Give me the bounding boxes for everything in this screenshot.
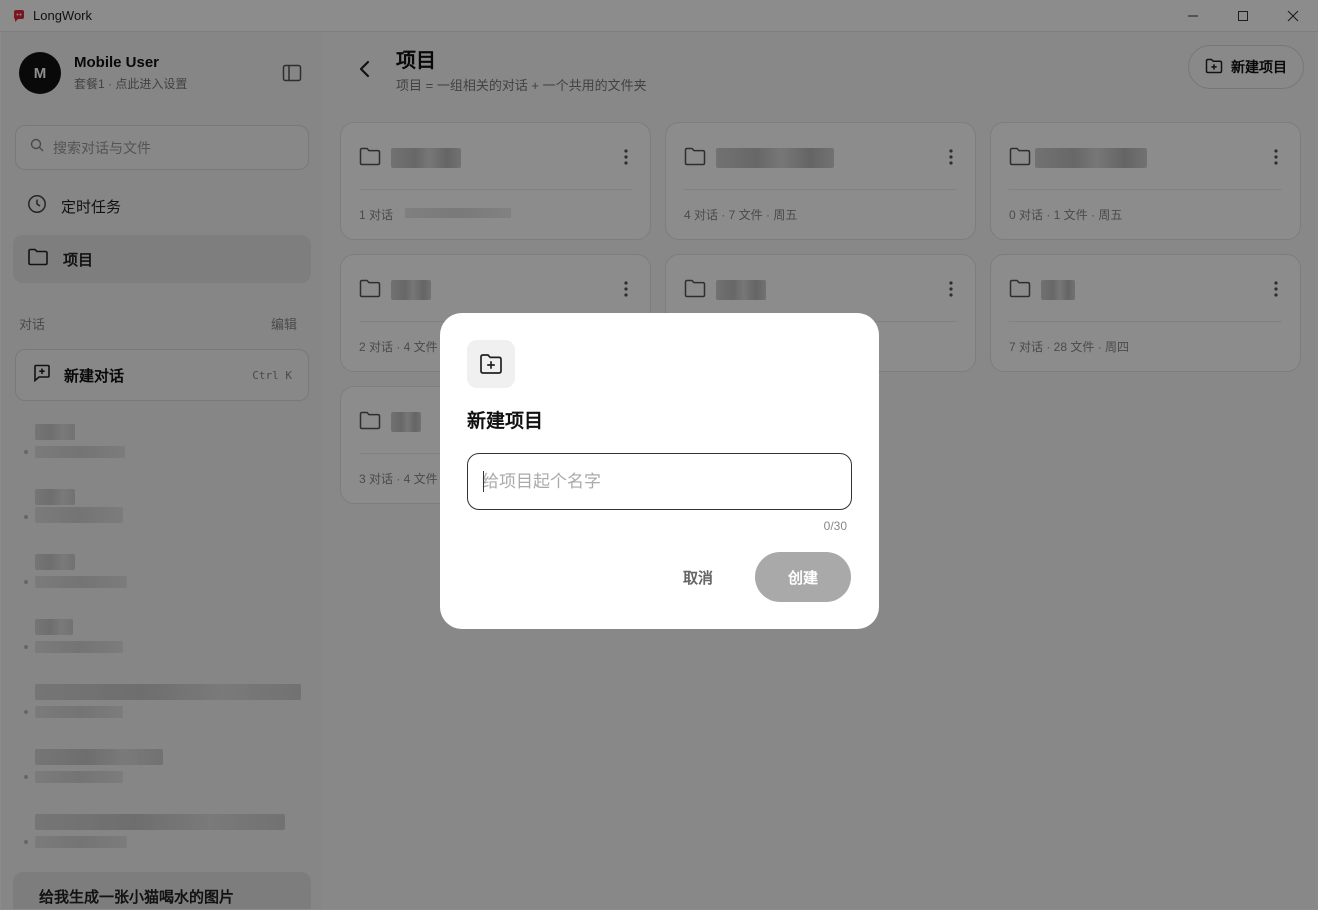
text-cursor xyxy=(483,471,484,492)
create-button[interactable]: 创建 xyxy=(755,552,851,602)
cancel-button[interactable]: 取消 xyxy=(668,552,728,602)
dialog-title: 新建项目 xyxy=(467,411,544,432)
project-name-input[interactable] xyxy=(467,453,852,510)
new-project-dialog: 新建项目 0/30 取消 创建 xyxy=(440,313,879,629)
character-counter: 0/30 xyxy=(823,519,847,533)
modal-backdrop[interactable]: 新建项目 0/30 取消 创建 xyxy=(0,0,1318,910)
folder-plus-icon xyxy=(467,340,515,388)
